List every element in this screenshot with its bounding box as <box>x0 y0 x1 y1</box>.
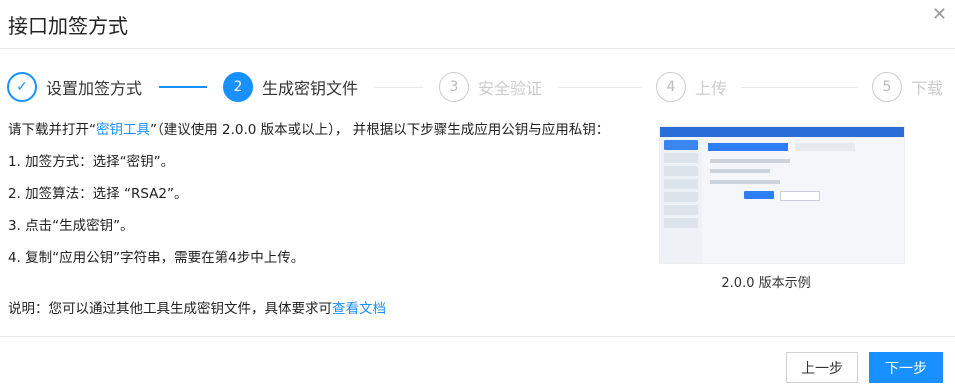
key-tool-link[interactable]: 密钥工具 <box>96 122 150 138</box>
footer-divider <box>0 336 955 337</box>
instruction-step-1: 1. 加签方式：选择“密钥”。 <box>8 154 175 170</box>
step-5-label: 下载 <box>911 79 944 98</box>
steps-bar: ✓ 设置加签方式 2 生成密钥文件 3 安全验证 4 上传 5 下载 <box>0 70 955 106</box>
instruction-step-4: 4. 复制“应用公钥”字符串，需要在第4步中上传。 <box>8 250 305 266</box>
intro-prefix: 请下载并打开“ <box>8 122 96 138</box>
next-button[interactable]: 下一步 <box>869 352 943 383</box>
step-2-label: 生成密钥文件 <box>262 79 359 98</box>
instruction-step-2: 2. 加签算法：选择 “RSA2”。 <box>8 186 188 202</box>
step-connector-4 <box>741 87 857 88</box>
step-3: 3 安全验证 <box>439 70 542 104</box>
step-connector-1 <box>159 86 207 88</box>
check-icon: ✓ <box>7 72 37 102</box>
step-1: ✓ 设置加签方式 <box>7 70 142 104</box>
step-2-number: 2 <box>223 72 253 102</box>
step-3-label: 安全验证 <box>478 79 543 98</box>
step-1-label: 设置加签方式 <box>46 79 143 98</box>
step-5: 5 下载 <box>872 70 943 104</box>
step-5-number: 5 <box>872 72 902 102</box>
note-prefix: 说明：您可以通过其他工具生成密钥文件，具体要求可 <box>8 301 332 317</box>
note-text: 说明：您可以通过其他工具生成密钥文件，具体要求可查看文档 <box>8 297 386 317</box>
step-connector-2 <box>375 87 423 88</box>
step-4: 4 上传 <box>656 70 727 104</box>
step-4-number: 4 <box>656 72 686 102</box>
screenshot-caption: 2.0.0 版本示例 <box>721 276 811 291</box>
tool-screenshot-image <box>659 126 905 264</box>
close-icon[interactable]: ✕ <box>932 4 947 25</box>
previous-button[interactable]: 上一步 <box>786 352 858 383</box>
step-2: 2 生成密钥文件 <box>223 70 358 104</box>
step-3-number: 3 <box>439 72 469 102</box>
intro-suffix: ”（建议使用 2.0.0 版本或以上）， 并根据以下步骤生成应用公钥与应用私钥： <box>150 122 610 138</box>
step-connector-3 <box>559 87 641 88</box>
dialog-title: 接口加签方式 <box>8 14 128 38</box>
intro-text: 请下载并打开“密钥工具”（建议使用 2.0.0 版本或以上）， 并根据以下步骤生… <box>8 118 609 138</box>
instruction-step-3: 3. 点击“生成密钥”。 <box>8 218 134 234</box>
view-docs-link[interactable]: 查看文档 <box>332 301 386 317</box>
step-4-label: 上传 <box>695 79 728 98</box>
dialog-header: 接口加签方式 ✕ <box>0 0 955 49</box>
